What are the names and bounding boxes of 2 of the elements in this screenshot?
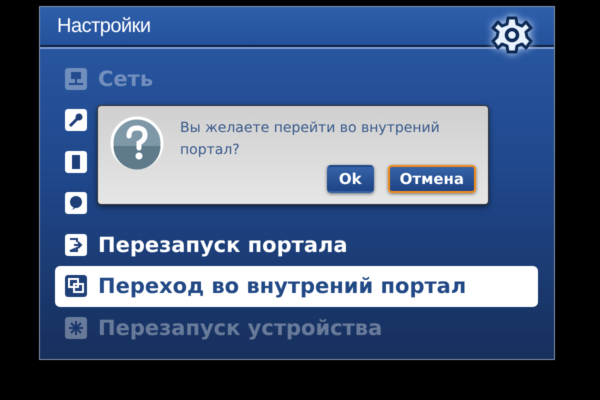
window-title: Настройки xyxy=(57,14,151,38)
dialog-message: Вы желаете перейти во внутрений портал? xyxy=(180,119,441,160)
